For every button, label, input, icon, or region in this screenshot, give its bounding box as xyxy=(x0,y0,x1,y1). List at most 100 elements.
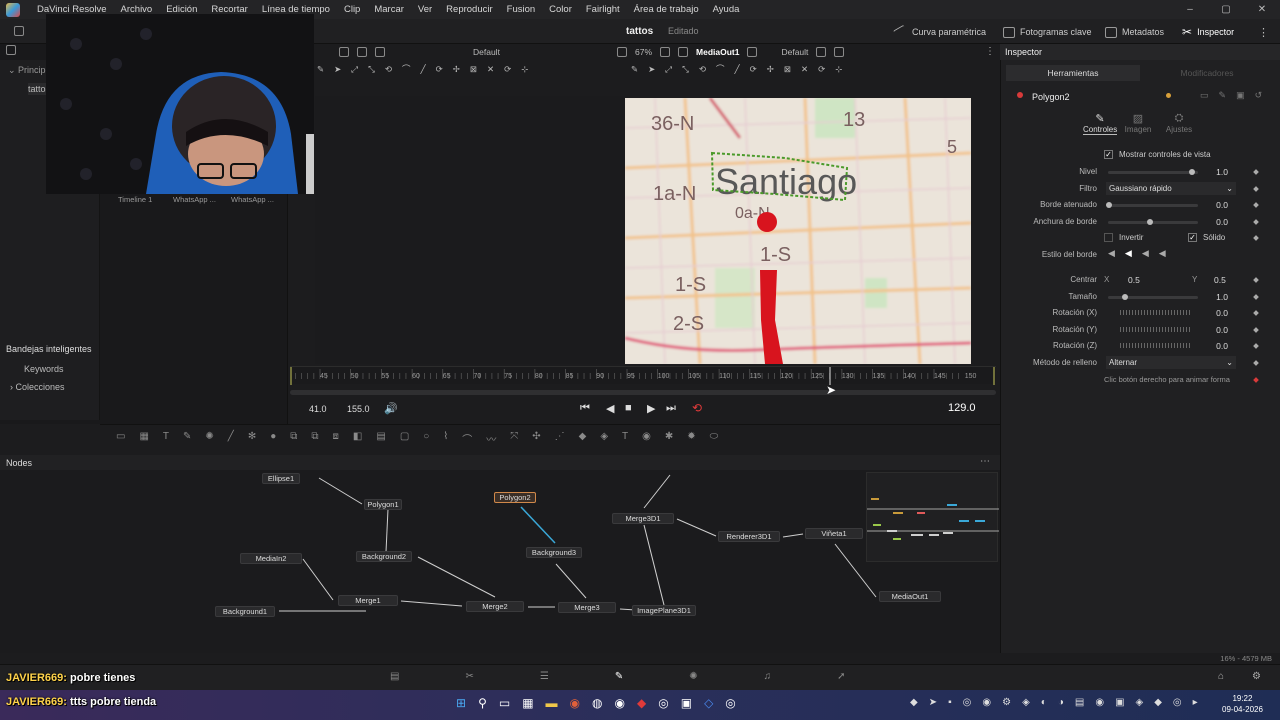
play-reverse-icon[interactable]: ◀ xyxy=(606,402,614,415)
maximize-icon[interactable]: ▢ xyxy=(1208,0,1244,19)
slider-knob[interactable] xyxy=(1147,219,1153,225)
menu-area-de-trabajo[interactable]: Área de trabajo xyxy=(627,0,706,19)
menu-fusion[interactable]: Fusion xyxy=(500,0,543,19)
lock-icon[interactable]: ▣ xyxy=(1236,90,1245,101)
node-merge3d1[interactable]: Merge3D1 xyxy=(612,513,674,524)
show-controls-row[interactable]: ✓ Mostrar controles de vista xyxy=(1104,150,1211,159)
menu-marcar[interactable]: Marcar xyxy=(367,0,411,19)
more-options-icon[interactable]: ⋮ xyxy=(1258,26,1269,39)
bspline-mask-icon[interactable]: ⌒ xyxy=(462,431,472,446)
task-view-icon[interactable]: ▭ xyxy=(499,696,510,710)
file-explorer-icon[interactable]: ▬ xyxy=(546,696,558,710)
tamano-value[interactable]: 1.0 xyxy=(1202,292,1228,302)
3d-render-icon[interactable]: ✹ xyxy=(687,431,695,446)
line-tool-icon[interactable]: ╱ xyxy=(228,431,234,446)
tool-icon[interactable]: ⊹ xyxy=(835,64,842,75)
tray-icon[interactable]: ▪ xyxy=(948,697,952,708)
bin-tree-header[interactable]: ⌄ Princip xyxy=(8,65,46,76)
rot-z-value[interactable]: 0.0 xyxy=(1202,341,1228,351)
menu-ayuda[interactable]: Ayuda xyxy=(706,0,747,19)
bevel-join-icon[interactable]: ◀ xyxy=(1108,248,1115,259)
tool-icon[interactable]: ⤢ xyxy=(665,64,672,75)
paint-mask-icon[interactable]: 〰 xyxy=(486,431,496,446)
solido-row[interactable]: ✓ Sólido xyxy=(1188,233,1225,242)
node-merge3[interactable]: Merge3 xyxy=(558,602,616,613)
node-background3[interactable]: Background3 xyxy=(526,547,582,558)
panel-toggle-icon[interactable] xyxy=(6,45,30,57)
version-icon[interactable]: ▭ xyxy=(1200,90,1209,101)
rectangle-mask-icon[interactable]: ▢ xyxy=(400,431,409,446)
filtro-select[interactable]: Gaussiano rápido ⌄ xyxy=(1106,182,1236,195)
tray-icon[interactable]: ◑ xyxy=(1058,697,1064,708)
minimize-icon[interactable]: – xyxy=(1172,0,1208,19)
slider-knob[interactable] xyxy=(1189,169,1195,175)
tool-icon[interactable]: ✕ xyxy=(487,64,494,75)
3d-text-icon[interactable]: T xyxy=(622,431,628,446)
centrar-x-value[interactable]: 0.5 xyxy=(1128,275,1140,285)
invertir-checkbox[interactable] xyxy=(1104,233,1113,242)
node-background1[interactable]: Background1 xyxy=(215,606,275,617)
invertir-row[interactable]: Invertir xyxy=(1104,233,1143,242)
tool-enable-icon[interactable] xyxy=(1017,92,1023,98)
loop-icon[interactable]: ⟲ xyxy=(692,401,702,415)
app-icon[interactable]: ◍ xyxy=(592,696,602,710)
node-mediain2[interactable]: MediaIn2 xyxy=(240,553,302,564)
color-tool-icon[interactable]: ● xyxy=(270,431,276,446)
tool-icon[interactable]: ✢ xyxy=(453,64,460,75)
tool-icon[interactable]: ╱ xyxy=(735,64,740,75)
node-polygon1[interactable]: Polygon1 xyxy=(364,499,402,510)
menu-fairlight[interactable]: Fairlight xyxy=(579,0,627,19)
stop-icon[interactable]: ■ xyxy=(625,402,632,414)
borde-atenuado-slider[interactable] xyxy=(1106,202,1198,208)
deliver-page-icon[interactable]: ➚ xyxy=(837,671,845,682)
tab-herramientas[interactable]: Herramientas xyxy=(1006,65,1140,81)
tray-icon[interactable]: ◎ xyxy=(963,697,972,708)
menu-reproducir[interactable]: Reproducir xyxy=(439,0,499,19)
slider-knob[interactable] xyxy=(1122,294,1128,300)
viewer-right-preset[interactable]: Default xyxy=(781,47,808,57)
resize-tool-icon[interactable]: ⧈ xyxy=(333,431,339,446)
more-options-icon[interactable]: ⋮ xyxy=(985,46,995,57)
tool-icon[interactable]: ⤢ xyxy=(351,64,358,75)
go-to-start-icon[interactable]: ⏮ xyxy=(580,402,590,415)
tool-icon[interactable]: ⟲ xyxy=(699,64,706,75)
matte-tool-icon[interactable]: ▤ xyxy=(376,431,385,446)
viewer-option-icon[interactable] xyxy=(678,47,689,57)
edit-page-icon[interactable]: ☰ xyxy=(540,671,549,682)
settings-icon[interactable]: ⚙ xyxy=(1252,671,1261,682)
viewer-option-icon[interactable] xyxy=(816,47,827,57)
tool-icon[interactable]: ⟲ xyxy=(385,64,392,75)
tray-icon[interactable]: ◈ xyxy=(1136,697,1144,708)
rot-x-thumbwheel[interactable] xyxy=(1120,310,1192,315)
dropdown-icon[interactable] xyxy=(14,26,26,38)
pen-tool-icon[interactable]: ✎ xyxy=(631,64,638,75)
rot-y-thumbwheel[interactable] xyxy=(1120,327,1192,332)
3d-shape-icon[interactable]: ◆ xyxy=(579,431,587,446)
show-controls-checkbox[interactable]: ✓ xyxy=(1104,150,1113,159)
brush-tool-icon[interactable]: ✎ xyxy=(183,431,191,446)
color-page-icon[interactable]: ✺ xyxy=(689,671,697,682)
reset-icon[interactable]: ↺ xyxy=(1255,90,1263,101)
rot-z-thumbwheel[interactable] xyxy=(1120,343,1192,348)
tool-icon[interactable]: ⟳ xyxy=(818,64,825,75)
go-to-end-icon[interactable]: ⏭ xyxy=(666,402,676,415)
borde-atenuado-value[interactable]: 0.0 xyxy=(1202,200,1228,210)
tool-icon[interactable]: ✕ xyxy=(801,64,808,75)
tray-icon[interactable]: ➤ xyxy=(929,697,937,708)
thumb-label[interactable]: Timeline 1 xyxy=(118,195,152,204)
colecciones-item[interactable]: › Colecciones xyxy=(10,382,65,392)
tool-icon[interactable]: ⊹ xyxy=(521,64,528,75)
play-icon[interactable]: ▶ xyxy=(647,402,655,415)
thumb-label[interactable]: WhatsApp ... xyxy=(231,195,274,204)
tray-icon[interactable]: ◆ xyxy=(1154,697,1162,708)
thumb-label[interactable]: WhatsApp ... xyxy=(173,195,216,204)
subtab-ajustes[interactable]: ⛭ Ajustes xyxy=(1164,112,1194,134)
more-options-icon[interactable]: ⋯ xyxy=(980,456,990,467)
centrar-y-value[interactable]: 0.5 xyxy=(1214,275,1226,285)
fairlight-page-icon[interactable]: ♫ xyxy=(764,671,772,682)
viewer-option-icon[interactable] xyxy=(375,47,385,57)
subtab-imagen[interactable]: ▨ Imagen xyxy=(1124,112,1152,134)
search-icon[interactable]: ⚲ xyxy=(478,696,487,710)
3d-image-plane-icon[interactable]: ⬭ xyxy=(710,431,719,446)
tray-icon[interactable]: ▣ xyxy=(1115,697,1124,708)
